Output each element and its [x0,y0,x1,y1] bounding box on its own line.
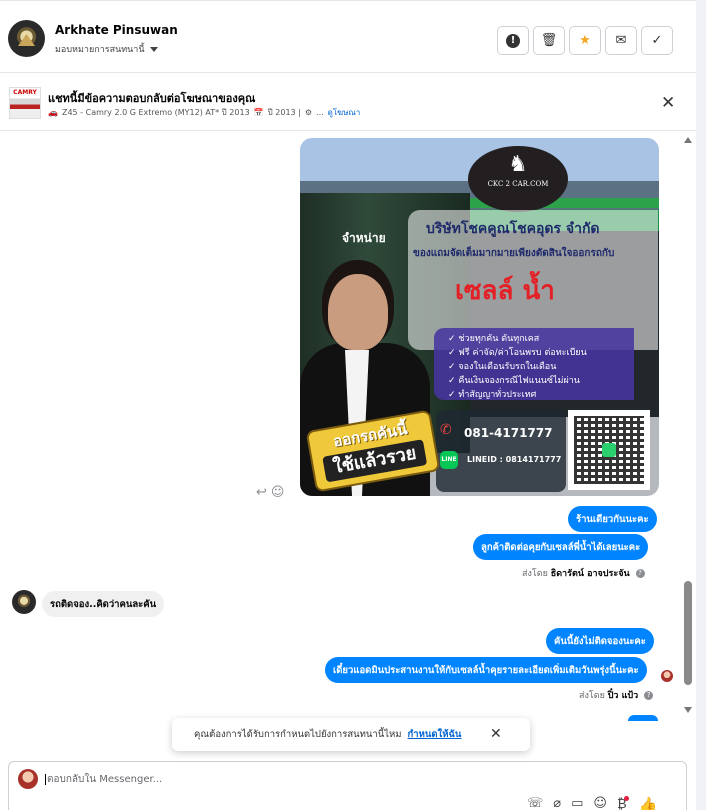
salesperson-face [328,274,388,350]
call-icon[interactable]: ☏ [527,796,543,810]
contact-name[interactable]: Arkhate Pinsuwan [55,23,178,37]
mark-spam-button[interactable]: ! [497,26,529,55]
sent-by-name: ธิดารัตน์ อาจประจัน [550,569,630,579]
ad-details: 🚗 Z45 - Camry 2.0 G Extremo (MY12) AT* ป… [48,106,360,119]
ad-thumbnail: CAMRY [9,87,41,119]
ad-banner-title: แชทนี้มีข้อความตอบกลับต่อโฆษณาของคุณ [48,92,256,105]
dealer-logo: ♞ CKC 2 CAR.COM [468,146,568,212]
promo-sign: จำหน่าย [342,231,386,245]
scroll-down-arrow[interactable] [684,707,692,713]
sent-by-label: ส่งโดย ปิ๋ว แป้ว ? [579,688,654,702]
assign-to-me-link[interactable]: กำหนดให้ฉัน [408,727,462,742]
scroll-up-arrow[interactable] [684,137,692,143]
scrollbar-thumb[interactable] [684,581,692,685]
alert-icon: ! [506,33,520,48]
message-bubble-outgoing[interactable]: ร้านเดียวกันนะคะ [568,506,657,532]
calendar-icon: 📅 [253,108,264,117]
mark-done-button[interactable]: ✓ [641,26,673,55]
reply-composer: ตอบกลับใน Messenger... ☏ ⌀ ▭ ☺ ₿ 👍 [8,761,687,810]
pegasus-icon: ♞ [508,152,528,177]
trash-icon: 🗑 [540,33,558,48]
seen-avatar [661,670,673,682]
message-bubble-outgoing[interactable]: คันนี้ยังไม่ติดจองนะคะ [546,628,654,654]
qr-code [568,410,650,490]
sent-by-prefix: ส่งโดย [579,691,605,701]
star-icon: ★ [579,33,591,48]
reply-input[interactable]: ตอบกลับใน Messenger... [45,772,162,787]
view-ad-link[interactable]: ดูโฆษณา [328,106,361,119]
promo-line-id: LINEID : 0814171777 [467,455,562,464]
ad-context-banner: CAMRY แชทนี้มีข้อความตอบกลับต่อโฆษณาของค… [0,74,696,131]
sent-by-label: ส่งโดย ธิดารัตน์ อาจประจัน ? [522,566,645,580]
message-bubble-outgoing-partial [628,715,658,721]
window-edge [696,0,706,810]
qr-code-pattern [574,416,644,484]
chevron-down-icon [149,46,158,52]
reply-icon[interactable]: ↩ [256,485,267,500]
mark-unread-button[interactable]: ✉ [605,26,637,55]
promo-sales-name: เซลล์ น้ำ [455,276,555,306]
promo-image[interactable]: จำหน่าย ♞ CKC 2 CAR.COM บริษัทโชคคูณโชคอ… [300,138,659,496]
notification-dot [623,796,629,801]
assign-label: มอบหมายการสนทนานี้ [55,45,145,55]
promo-feature: ✓ ทำสัญญาทั่วประเทศ [448,390,537,400]
car-icon: 🚗 [48,108,58,117]
promo-phone: 081-4171777 [464,426,553,440]
emoji-icon[interactable]: ☺ [593,796,607,810]
contact-avatar[interactable] [8,20,45,57]
star-button[interactable]: ★ [569,26,601,55]
ad-year: ปี 2013 | [267,108,301,117]
close-icon[interactable]: ✕ [661,93,675,113]
agent-avatar [18,769,38,789]
promo-feature: ✓ คืนเงินจองกรณีไฟแนนซ์ไม่ผ่าน [448,376,580,386]
message-bubble-outgoing[interactable]: เดี๋ยวแอดมินประสานงานให้กับเซลล์น้ำคุยรา… [325,657,647,683]
phone-icon: ✆ [440,422,452,438]
sent-by-prefix: ส่งโดย [522,569,548,579]
ad-ellipsis: ... [316,108,324,117]
assign-conversation-dropdown[interactable]: มอบหมายการสนทนานี้ [55,42,158,56]
promo-feature: ✓ ฟรี ค่าจัด/ค่าโอนพรบ ต่อทะเบียน [448,348,587,358]
ad-model: Z45 - Camry 2.0 G Extremo (MY12) AT* ปี … [61,108,250,117]
payment-icon[interactable]: ₿ [617,796,629,810]
info-icon[interactable]: ? [644,691,654,700]
assign-prompt-toast: คุณต้องการได้รับการกำหนดไปยังการสนทนานี้… [172,718,530,751]
envelope-icon: ✉ [615,33,627,48]
promo-feature: ✓ ช่วยทุกคัน ดันทุกเคส [448,334,540,344]
thumbs-up-icon[interactable]: 👍 [639,796,658,810]
close-icon[interactable]: ✕ [490,726,502,742]
gear-icon: ⚙ [304,108,313,117]
promo-feature: ✓ จองในเดือนรับรถในเดือน [448,362,557,372]
promo-features: ✓ ช่วยทุกคัน ดันทุกเคส ✓ ฟรี ค่าจัด/ค่าโ… [434,328,634,400]
saved-replies-icon[interactable]: ▭ [571,796,583,810]
emoji-react-icon[interactable]: ☺ [271,485,285,500]
contact-avatar-small [12,590,36,614]
message-bubble-incoming[interactable]: รถติดจอง..คิดว่าคนละคัน [42,591,165,617]
message-actions: ↩ ☺ [256,485,284,500]
line-icon: LINE [440,451,458,469]
promo-tagline: ของแถมจัดเต็มมากมายเพียงตัดสินใจออกรถกับ [413,248,615,259]
header-actions: ! 🗑 ★ ✉ ✓ [497,26,673,55]
ad-thumb-text: CAMRY [13,89,37,96]
message-bubble-outgoing[interactable]: ลูกค้าติดต่อคุยกับเซลล์พี่น้ำได้เลยนะคะ [473,534,649,560]
logo-text: CKC 2 CAR.COM [487,180,549,188]
reply-placeholder: ตอบกลับใน Messenger... [47,774,163,785]
text-cursor [45,773,46,785]
composer-tools: ☏ ⌀ ▭ ☺ ₿ 👍 [527,796,657,810]
conversation-header: Arkhate Pinsuwan มอบหมายการสนทนานี้ ! 🗑 … [0,0,696,73]
attachment-icon[interactable]: ⌀ [553,796,561,810]
promo-company: บริษัทโชคคูณโชคอุดร จำกัด [426,221,600,237]
toast-text: คุณต้องการได้รับการกำหนดไปยังการสนทนานี้… [194,729,402,740]
check-icon: ✓ [651,33,663,48]
info-icon[interactable]: ? [635,569,645,578]
sent-by-name: ปิ๋ว แป้ว [607,691,639,701]
delete-button[interactable]: 🗑 [533,26,565,55]
